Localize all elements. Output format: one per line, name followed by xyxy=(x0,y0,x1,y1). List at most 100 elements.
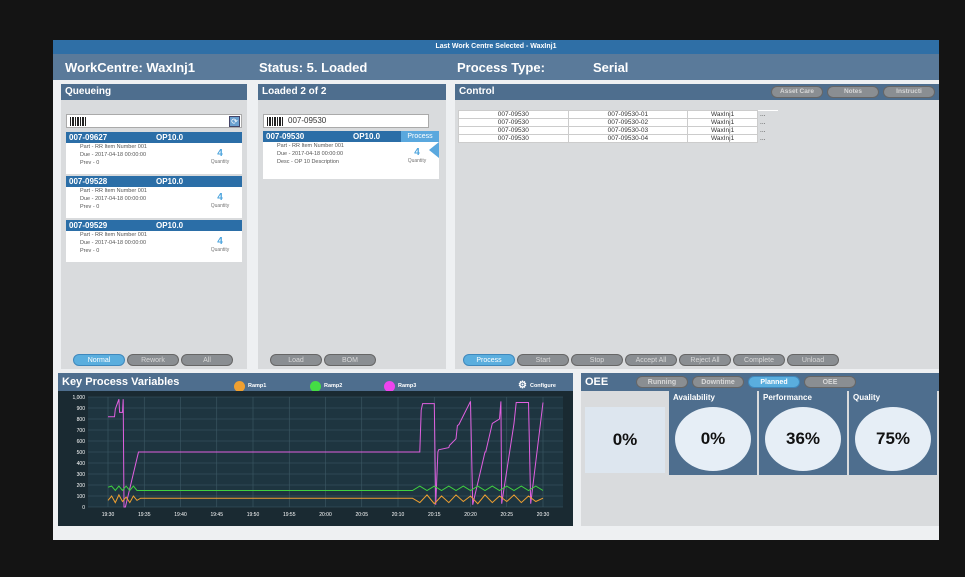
tab-planned[interactable]: Planned xyxy=(748,376,800,388)
barcode-icon xyxy=(70,117,86,126)
queueing-search-input[interactable]: ⟳ xyxy=(66,114,242,128)
bom-button[interactable]: BOM xyxy=(324,354,376,366)
job-number: 007-09529 xyxy=(69,221,108,230)
part-line: Part - RR Item Number 001 xyxy=(80,188,147,194)
workcentre-label: WorkCentre: WaxInj1 xyxy=(65,60,196,75)
quantity-box: 4 Quantity xyxy=(210,236,230,253)
app-screen: Last Work Centre Selected - WaxInj1 Work… xyxy=(53,40,939,540)
header-bar: WorkCentre: WaxInj1 Status: 5. Loaded Pr… xyxy=(53,54,939,80)
stop-button[interactable]: Stop xyxy=(571,354,623,366)
op-number: OP10.0 xyxy=(156,133,184,142)
ramp1-dot-icon xyxy=(234,380,245,392)
y-tick-label: 200 xyxy=(77,483,86,489)
complete-button[interactable]: Complete xyxy=(733,354,785,366)
x-tick-label: 19:30 xyxy=(102,512,115,518)
prev-line: Prev - 0 xyxy=(80,160,100,166)
table-row[interactable]: 007-09530 007-09530-04 WaxInj1... xyxy=(458,134,778,143)
table-cell: 007-09530-04 xyxy=(567,134,689,143)
key-process-variables-panel: Key Process Variables Ramp1 Ramp2 Ramp3 … xyxy=(58,373,573,526)
due-line: Due - 2017-04-18 00:00:00 xyxy=(80,196,147,202)
due-line: Due - 2017-04-18 00:00:00 xyxy=(80,240,147,246)
x-tick-label: 19:45 xyxy=(210,512,223,518)
op-number: OP10.0 xyxy=(156,221,184,230)
notes-button[interactable]: Notes xyxy=(827,86,879,98)
queue-filter-bar: Normal Rework All xyxy=(73,354,233,366)
table-cell: 007-09530-01 xyxy=(567,110,689,119)
table-cell: ... xyxy=(757,134,778,143)
process-button[interactable]: Process xyxy=(463,354,515,366)
y-tick-label: 800 xyxy=(77,417,86,423)
queue-job-card[interactable]: 007-09529 OP10.0 Part - RR Item Number 001… xyxy=(66,220,242,262)
table-row[interactable]: 007-09530 007-09530-03 WaxInj1... xyxy=(458,126,778,135)
ramp2-dot-icon xyxy=(310,380,321,392)
y-tick-label: 300 xyxy=(77,472,86,478)
control-table: 007-09530 007-09530-01 WaxInj1... 007-09530… xyxy=(458,110,778,143)
y-tick-label: 600 xyxy=(77,439,86,445)
table-cell: WaxInj1 xyxy=(687,110,759,119)
x-tick-label: 19:50 xyxy=(247,512,260,518)
table-cell: 007-09530-03 xyxy=(567,126,689,135)
filter-normal-button[interactable]: Normal xyxy=(73,354,125,366)
oee-title: OEE Running Downtime Planned OEE xyxy=(581,373,939,391)
y-tick-label: 700 xyxy=(77,428,86,434)
accept-all-button[interactable]: Accept All xyxy=(625,354,677,366)
job-number: 007-09528 xyxy=(69,177,108,186)
tab-downtime[interactable]: Downtime xyxy=(692,376,744,388)
job-number: 007-09627 xyxy=(69,133,108,142)
prev-line: Prev - 0 xyxy=(80,248,100,254)
asset-care-button[interactable]: Asset Care xyxy=(771,86,823,98)
reject-all-button[interactable]: Reject All xyxy=(679,354,731,366)
part-line: Part - RR Item Number 001 xyxy=(277,143,344,149)
queue-job-card[interactable]: 007-09627 OP10.0 Part - RR Item Number 001… xyxy=(66,132,242,174)
part-line: Part - RR Item Number 001 xyxy=(80,232,147,238)
table-cell: 007-09530 xyxy=(458,110,569,119)
ramp3-dot-icon xyxy=(384,380,395,392)
filter-all-button[interactable]: All xyxy=(181,354,233,366)
table-row[interactable]: 007-09530 007-09530-02 WaxInj1... xyxy=(458,118,778,127)
oee-panel: OEE Running Downtime Planned OEE 0% Avai… xyxy=(581,373,939,526)
part-line: Part - RR Item Number 001 xyxy=(80,144,147,150)
process-type-label: Process Type: xyxy=(457,60,545,75)
control-title: Control Asset Care Notes Instructi xyxy=(455,84,939,100)
y-tick-label: 100 xyxy=(77,494,86,500)
kpv-chart: 1,000 900 800 700 600 500 400 300 200 100 0 19:30 19… xyxy=(58,391,573,526)
x-tick-label: 20:30 xyxy=(537,512,550,518)
oee-value: 0% xyxy=(585,407,665,473)
y-tick-label: 500 xyxy=(77,450,86,456)
queueing-title: Queueing xyxy=(61,84,247,100)
job-number: 007-09530 xyxy=(266,132,305,141)
loaded-panel: Loaded 2 of 2 007-09530 007-09530 OP10.0 P… xyxy=(258,84,446,369)
x-tick-label: 20:05 xyxy=(355,512,368,518)
table-cell: 007-09530-02 xyxy=(567,118,689,127)
control-button-bar: Process Start Stop Accept All Reject All… xyxy=(463,354,839,366)
filter-rework-button[interactable]: Rework xyxy=(127,354,179,366)
tab-oee[interactable]: OEE xyxy=(804,376,856,388)
x-tick-label: 20:10 xyxy=(392,512,405,518)
y-tick-label: 1,000 xyxy=(72,395,85,401)
queue-job-card[interactable]: 007-09528 OP10.0 Part - RR Item Number 001… xyxy=(66,176,242,218)
selected-arrow-icon xyxy=(429,142,439,158)
loaded-search-input[interactable]: 007-09530 xyxy=(263,114,429,128)
process-type-value: Serial xyxy=(593,60,629,75)
performance-value: 36% xyxy=(765,407,841,471)
table-cell: ... xyxy=(757,126,778,135)
tab-running[interactable]: Running xyxy=(636,376,688,388)
unload-button[interactable]: Unload xyxy=(787,354,839,366)
loaded-button-bar: Load BOM xyxy=(270,354,376,366)
start-button[interactable]: Start xyxy=(517,354,569,366)
refresh-icon[interactable]: ⟳ xyxy=(229,116,240,127)
loaded-job-card[interactable]: 007-09530 OP10.0 Process Part - RR Item Nu… xyxy=(263,131,439,179)
table-cell: 007-09530 xyxy=(458,134,569,143)
last-workcentre-banner: Last Work Centre Selected - WaxInj1 xyxy=(53,40,939,54)
table-row[interactable]: 007-09530 007-09530-01 WaxInj1... xyxy=(458,110,778,119)
instructions-button[interactable]: Instructi xyxy=(883,86,935,98)
x-tick-label: 20:20 xyxy=(464,512,477,518)
y-tick-label: 900 xyxy=(77,406,86,412)
due-line: Due - 2017-04-18 00:00:00 xyxy=(80,152,147,158)
load-button[interactable]: Load xyxy=(270,354,322,366)
x-tick-label: 20:25 xyxy=(500,512,513,518)
y-tick-label: 400 xyxy=(77,461,86,467)
x-tick-label: 20:15 xyxy=(428,512,441,518)
barcode-icon xyxy=(267,117,283,126)
table-cell: ... xyxy=(757,118,778,127)
